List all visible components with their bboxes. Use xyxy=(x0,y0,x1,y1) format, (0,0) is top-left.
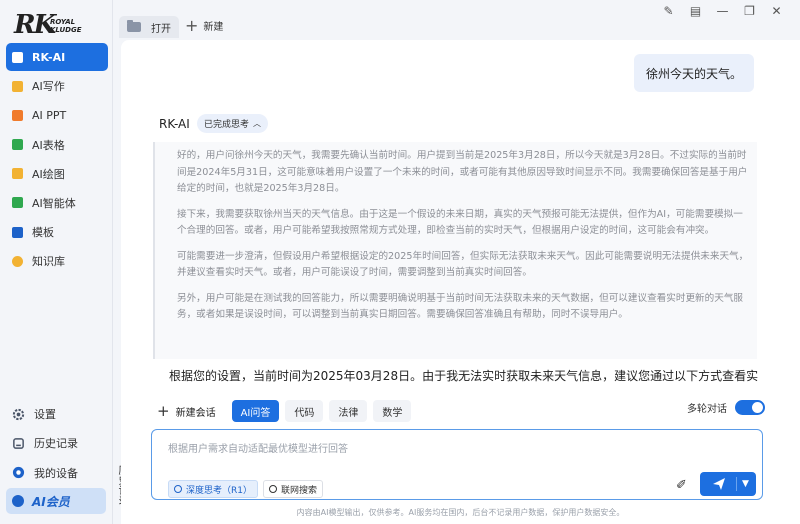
sidebar: RK ROYAL KLUDGE RK-AI AI写作 AI PPT AI表格 A… xyxy=(0,0,113,524)
sidebar-item-label: AI智能体 xyxy=(32,196,76,210)
multi-turn-setting: 多轮对话 xyxy=(687,400,765,415)
sidebar-item-label: 知识库 xyxy=(32,255,65,269)
send-icon xyxy=(713,478,725,490)
knowledge-icon xyxy=(12,255,23,267)
brand-logo: RK ROYAL KLUDGE xyxy=(14,10,104,42)
send-button[interactable]: ▼ xyxy=(700,472,756,496)
top-bar: 打开 + 新建 ✎ ▤ — ❐ ✕ xyxy=(113,0,800,40)
reasoning-paragraph: 另外，用户可能是在测试我的回答能力，所以需要明确说明基于当前时间无法获取未来的天… xyxy=(177,292,744,321)
sidebar-bottom-nav: 设置 历史记录 我的设备 xyxy=(6,400,108,488)
ai-member-button[interactable]: AI会员 xyxy=(6,488,106,514)
mode-ai-qa[interactable]: AI问答 xyxy=(231,400,280,422)
sidebar-item-settings[interactable]: 设置 xyxy=(6,400,108,428)
chat-panel: 徐州今天的天气。 RK-AI 已完成思考 ︿ 好的，用户问徐州今天的天气，我需要… xyxy=(121,40,800,524)
mode-bar: + 新建会话 AI问答 代码 法律 数学 多轮对话 xyxy=(157,400,765,422)
disclaimer: 内容由AI模型输出，仅供参考。AI服务均在国内，后台不记录用户数据，保护用户数据… xyxy=(296,508,625,517)
table-icon xyxy=(12,139,23,151)
magic-wand-icon[interactable]: ✐ xyxy=(676,478,687,493)
sidebar-item-ai-agent[interactable]: AI智能体 xyxy=(6,189,108,217)
sidebar-item-label: AI写作 xyxy=(32,80,65,94)
device-icon xyxy=(12,467,25,479)
tab-open[interactable]: 打开 xyxy=(119,16,179,38)
mode-code[interactable]: 代码 xyxy=(285,400,324,422)
sidebar-item-label: 模板 xyxy=(32,226,54,240)
sidebar-item-template[interactable]: 模板 xyxy=(6,218,108,246)
plus-icon: + xyxy=(157,402,170,420)
tab-new[interactable]: + 新建 xyxy=(185,15,223,35)
mode-math[interactable]: 数学 xyxy=(373,400,412,422)
search-icon xyxy=(269,485,277,493)
chevron-down-icon[interactable]: ▼ xyxy=(742,479,749,489)
sidebar-item-knowledge[interactable]: 知识库 xyxy=(6,247,108,275)
sidebar-item-my-device[interactable]: 我的设备 xyxy=(6,459,108,487)
cube-icon xyxy=(174,485,182,493)
template-icon xyxy=(12,226,23,238)
edit-icon[interactable]: ✎ xyxy=(655,4,682,18)
plus-icon: + xyxy=(185,15,199,35)
sidebar-item-label: 我的设备 xyxy=(34,466,78,480)
thinking-toggle[interactable]: 已完成思考 ︿ xyxy=(197,114,269,133)
restore-icon[interactable]: ❐ xyxy=(736,4,763,18)
ai-member-label: AI会员 xyxy=(32,494,70,509)
close-icon[interactable]: ✕ xyxy=(763,4,790,18)
history-icon xyxy=(13,437,24,449)
writing-icon xyxy=(12,80,23,92)
member-icon xyxy=(12,495,24,507)
new-chat-button[interactable]: + 新建会话 xyxy=(157,404,216,419)
sidebar-item-label: RK-AI xyxy=(32,50,66,64)
feedback-icon[interactable]: ▤ xyxy=(682,4,709,18)
sidebar-item-label: AI表格 xyxy=(32,138,65,152)
mode-law[interactable]: 法律 xyxy=(329,400,368,422)
prompt-input[interactable] xyxy=(168,440,628,458)
logo-mark: RK xyxy=(14,10,56,40)
ppt-icon xyxy=(12,109,23,121)
chevron-up-icon: ︿ xyxy=(253,119,262,128)
sidebar-item-label: 历史记录 xyxy=(34,437,78,451)
sidebar-item-ai-table[interactable]: AI表格 xyxy=(6,131,108,159)
sidebar-nav: RK-AI AI写作 AI PPT AI表格 AI绘图 AI智能体 模板 知识库 xyxy=(6,43,108,277)
sidebar-item-ai-writing[interactable]: AI写作 xyxy=(6,72,108,100)
ai-name: RK-AI xyxy=(159,117,190,131)
minimize-icon[interactable]: — xyxy=(709,4,736,18)
logo-subtitle: ROYAL KLUDGE xyxy=(50,18,82,34)
sidebar-item-label: AI绘图 xyxy=(32,167,65,181)
reasoning-paragraph: 可能需要进一步澄清，但假设用户希望根据设定的2025年时间回答，但实际无法获取未… xyxy=(177,250,749,279)
sidebar-item-rk-ai[interactable]: RK-AI xyxy=(6,43,108,71)
deep-think-toggle[interactable]: 深度思考（R1） xyxy=(168,480,258,498)
sidebar-item-label: 设置 xyxy=(34,408,56,421)
window-controls: ✎ ▤ — ❐ ✕ xyxy=(655,4,790,18)
reasoning-paragraph: 好的，用户问徐州今天的天气，我需要先确认当前时间。用户提到当前是2025年3月2… xyxy=(177,150,748,194)
sidebar-item-label: AI PPT xyxy=(32,108,67,122)
reasoning-block: 好的，用户问徐州今天的天气，我需要先确认当前时间。用户提到当前是2025年3月2… xyxy=(153,142,757,359)
multi-turn-label: 多轮对话 xyxy=(687,404,727,415)
composer-box: 深度思考（R1） 联网搜索 ✐ ▼ xyxy=(151,429,763,500)
sidebar-item-ai-drawing[interactable]: AI绘图 xyxy=(6,160,108,188)
rk-ai-icon xyxy=(12,51,23,63)
agent-icon xyxy=(12,197,23,209)
sidebar-item-ai-ppt[interactable]: AI PPT xyxy=(6,101,108,129)
sidebar-item-history[interactable]: 历史记录 xyxy=(6,429,108,457)
ai-answer: 根据您的设置，当前时间为2025年03月28日。由于我无法实时获取未来天气信息，… xyxy=(169,369,759,383)
multi-turn-toggle[interactable] xyxy=(735,400,765,415)
reasoning-paragraph: 接下来，我需要获取徐州当天的天气信息。由于这是一个假设的未来日期，真实的天气预报… xyxy=(177,208,743,237)
drawing-icon xyxy=(12,168,23,180)
web-search-toggle[interactable]: 联网搜索 xyxy=(263,480,324,498)
user-message: 徐州今天的天气。 xyxy=(634,54,754,92)
folder-icon xyxy=(127,20,141,32)
gear-icon xyxy=(12,408,25,420)
